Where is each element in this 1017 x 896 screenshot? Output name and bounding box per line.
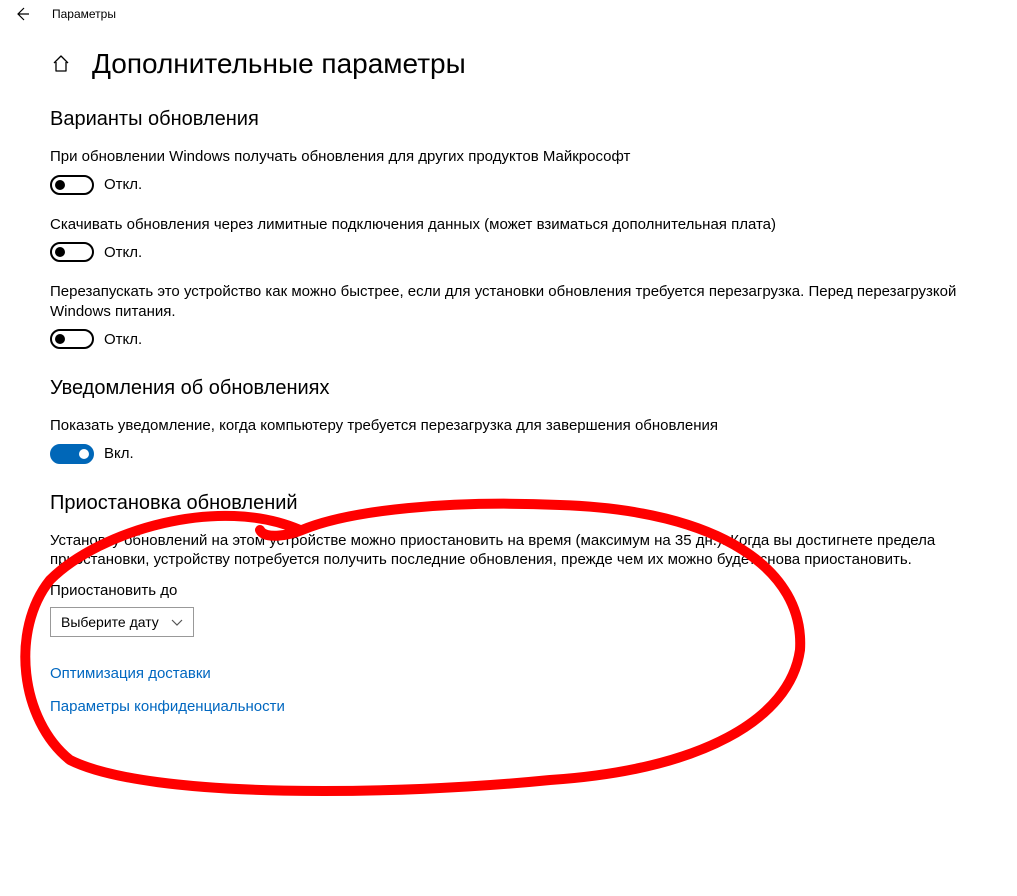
page-header: Дополнительные параметры	[50, 48, 1017, 80]
toggle-metered-label: Откл.	[104, 244, 142, 261]
toggle-restart-asap-label: Откл.	[104, 331, 142, 348]
link-delivery-optimization[interactable]: Оптимизация доставки	[50, 665, 1017, 682]
toggle-row-other-products: Откл.	[50, 175, 1017, 195]
toggle-other-products[interactable]	[50, 175, 94, 195]
section-title-pause: Приостановка обновлений	[50, 492, 1017, 515]
section-update-options: Варианты обновления При обновлении Windo…	[50, 108, 1017, 349]
toggle-other-products-label: Откл.	[104, 176, 142, 193]
section-notifications: Уведомления об обновлениях Показать увед…	[50, 377, 1017, 464]
pause-date-value: Выберите дату	[61, 614, 159, 630]
arrow-left-icon	[14, 6, 30, 22]
page-title: Дополнительные параметры	[92, 48, 466, 80]
toggle-row-notification: Вкл.	[50, 444, 1017, 464]
toggle-row-restart-asap: Откл.	[50, 329, 1017, 349]
toggle-knob	[55, 180, 65, 190]
pause-date-select[interactable]: Выберите дату	[50, 607, 194, 637]
setting-other-products-text: При обновлении Windows получать обновлен…	[50, 147, 1017, 167]
chevron-down-icon	[171, 614, 183, 630]
toggle-row-metered: Откл.	[50, 242, 1017, 262]
link-privacy-settings[interactable]: Параметры конфиденциальности	[50, 698, 1017, 715]
titlebar-label: Параметры	[52, 7, 116, 21]
setting-metered-text: Скачивать обновления через лимитные подк…	[50, 215, 1017, 235]
setting-restart-asap-text: Перезапускать это устройство как можно б…	[50, 282, 1017, 321]
toggle-metered[interactable]	[50, 242, 94, 262]
toggle-knob	[79, 449, 89, 459]
setting-notification-text: Показать уведомление, когда компьютеру т…	[50, 416, 1017, 436]
pause-description: Установку обновлений на этом устройстве …	[50, 531, 950, 570]
home-button[interactable]	[50, 53, 72, 75]
toggle-knob	[55, 247, 65, 257]
section-pause: Приостановка обновлений Установку обновл…	[50, 492, 1017, 637]
toggle-notification-label: Вкл.	[104, 445, 134, 462]
toggle-knob	[55, 334, 65, 344]
section-title-update-options: Варианты обновления	[50, 108, 1017, 131]
toggle-restart-asap[interactable]	[50, 329, 94, 349]
pause-field-label: Приостановить до	[50, 582, 1017, 599]
section-title-notifications: Уведомления об обновлениях	[50, 377, 1017, 400]
toggle-notification[interactable]	[50, 444, 94, 464]
titlebar: Параметры	[0, 0, 1017, 28]
content-area: Дополнительные параметры Варианты обновл…	[0, 28, 1017, 715]
back-button[interactable]	[12, 4, 32, 24]
home-icon	[51, 54, 71, 74]
